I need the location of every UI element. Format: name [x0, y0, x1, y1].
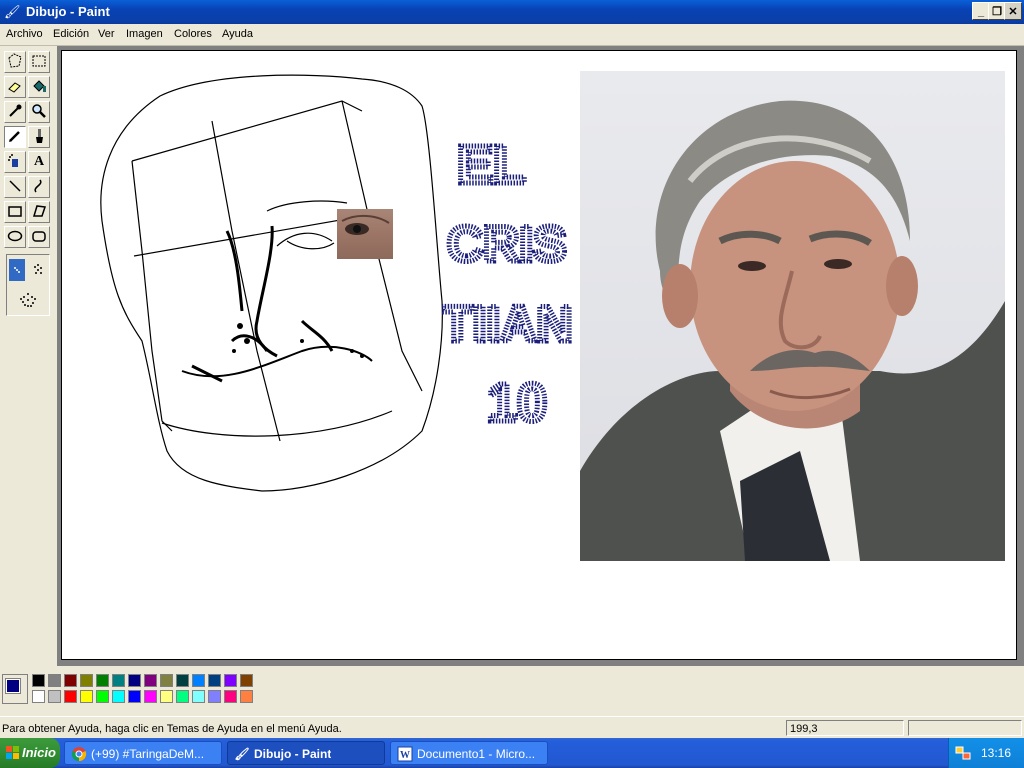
palette-swatch[interactable]	[224, 674, 237, 687]
spray-size-large-option[interactable]	[15, 287, 41, 313]
spray-size-medium-option[interactable]	[29, 259, 47, 281]
palette-swatch[interactable]	[128, 690, 141, 703]
palette-swatch[interactable]	[32, 674, 45, 687]
palette-swatch[interactable]	[144, 674, 157, 687]
palette-swatch[interactable]	[176, 674, 189, 687]
windows-flag-icon	[6, 746, 20, 760]
palette-swatch[interactable]	[64, 690, 77, 703]
status-bar: Para obtener Ayuda, haga clic en Temas d…	[0, 716, 1024, 739]
palette-swatch[interactable]	[112, 674, 125, 687]
svg-text:W: W	[400, 750, 410, 761]
color-palette	[0, 666, 1024, 714]
taskbar: Inicio (+99) #TaringaDeM... 🖌 Dibujo - P…	[0, 738, 1024, 768]
palette-swatch[interactable]	[160, 674, 173, 687]
line-icon[interactable]	[4, 176, 26, 198]
drawing-canvas[interactable]: EL CRIS TIIAN 10	[61, 50, 1017, 660]
fill-bucket-icon[interactable]	[28, 76, 50, 98]
rectangle-icon[interactable]	[4, 201, 26, 223]
free-select-icon[interactable]	[4, 51, 26, 73]
handwritten-line-3: TIIAN	[442, 296, 573, 352]
palette-swatch[interactable]	[192, 674, 205, 687]
palette-swatch[interactable]	[240, 690, 253, 703]
curve-icon[interactable]	[28, 176, 50, 198]
text-icon[interactable]: A	[28, 151, 50, 173]
pasted-portrait-photo	[580, 71, 1005, 561]
clock: 13:16	[981, 746, 1012, 760]
handwritten-line-2: CRIS	[447, 216, 566, 272]
handwritten-line-1: EL	[457, 135, 526, 195]
spray-size-small-option[interactable]	[9, 259, 25, 281]
selection-size	[908, 720, 1022, 736]
canvas-scroll-area: EL CRIS TIIAN 10	[57, 46, 1024, 666]
word-icon: W	[397, 746, 413, 762]
palette-swatch[interactable]	[160, 690, 173, 703]
palette-swatch[interactable]	[128, 674, 141, 687]
cursor-coordinates: 199,3	[786, 720, 904, 736]
palette-swatch[interactable]	[112, 690, 125, 703]
status-message: Para obtener Ayuda, haga clic en Temas d…	[2, 723, 342, 735]
rounded-rect-icon[interactable]	[28, 226, 50, 248]
polygon-icon[interactable]	[28, 201, 50, 223]
color-picker-icon[interactable]	[4, 101, 26, 123]
magnifier-icon[interactable]	[28, 101, 50, 123]
pencil-icon[interactable]	[4, 126, 26, 148]
handwritten-line-4: 10	[487, 373, 547, 433]
task-word[interactable]: W Documento1 - Micro...	[390, 741, 548, 765]
palette-swatch[interactable]	[192, 690, 205, 703]
palette-swatch[interactable]	[96, 674, 109, 687]
close-button[interactable]: ✕	[1004, 2, 1022, 20]
palette-swatch[interactable]	[80, 690, 93, 703]
task-chrome[interactable]: (+99) #TaringaDeM...	[64, 741, 222, 765]
window-title: Dibujo - Paint	[26, 4, 110, 19]
brush-icon[interactable]	[28, 126, 50, 148]
menu-imagen[interactable]: Imagen	[126, 28, 163, 40]
menu-archivo[interactable]: Archivo	[6, 28, 43, 40]
palette-swatch[interactable]	[96, 690, 109, 703]
palette-swatch[interactable]	[208, 690, 221, 703]
system-tray: 13:16	[948, 738, 1024, 768]
menu-colores[interactable]: Colores	[174, 28, 212, 40]
paint-brush-icon: 🖌	[4, 4, 21, 19]
palette-swatch[interactable]	[80, 674, 93, 687]
menu-ayuda[interactable]: Ayuda	[222, 28, 253, 40]
start-button[interactable]: Inicio	[0, 738, 60, 768]
foreground-color	[5, 678, 21, 694]
airbrush-icon[interactable]	[4, 151, 26, 173]
palette-swatch[interactable]	[144, 690, 157, 703]
current-colors[interactable]	[2, 674, 28, 704]
chrome-icon	[71, 746, 87, 762]
menu-bar: Archivo Edición Ver Imagen Colores Ayuda	[0, 24, 1024, 46]
task-label: (+99) #TaringaDeM...	[91, 747, 205, 761]
ellipse-icon[interactable]	[4, 226, 26, 248]
palette-swatch[interactable]	[48, 674, 61, 687]
toolbox: A	[0, 46, 57, 666]
eraser-icon[interactable]	[4, 76, 26, 98]
start-label: Inicio	[22, 745, 56, 760]
palette-swatch[interactable]	[48, 690, 61, 703]
pasted-eye-image	[337, 209, 393, 259]
task-label: Dibujo - Paint	[254, 747, 332, 761]
palette-swatch[interactable]	[64, 674, 77, 687]
palette-swatch[interactable]	[176, 690, 189, 703]
network-icon[interactable]	[955, 745, 971, 761]
paint-brush-icon: 🖌	[234, 747, 250, 761]
task-paint[interactable]: 🖌 Dibujo - Paint	[227, 741, 385, 765]
title-bar: 🖌 Dibujo - Paint _ ❐ ✕	[0, 0, 1024, 24]
tool-options	[6, 254, 50, 316]
task-label: Documento1 - Micro...	[417, 747, 536, 761]
menu-edicion[interactable]: Edición	[53, 28, 89, 40]
menu-ver[interactable]: Ver	[98, 28, 115, 40]
palette-swatch[interactable]	[240, 674, 253, 687]
rect-select-icon[interactable]	[28, 51, 50, 73]
palette-swatch[interactable]	[32, 690, 45, 703]
palette-swatch[interactable]	[224, 690, 237, 703]
palette-swatch[interactable]	[208, 674, 221, 687]
